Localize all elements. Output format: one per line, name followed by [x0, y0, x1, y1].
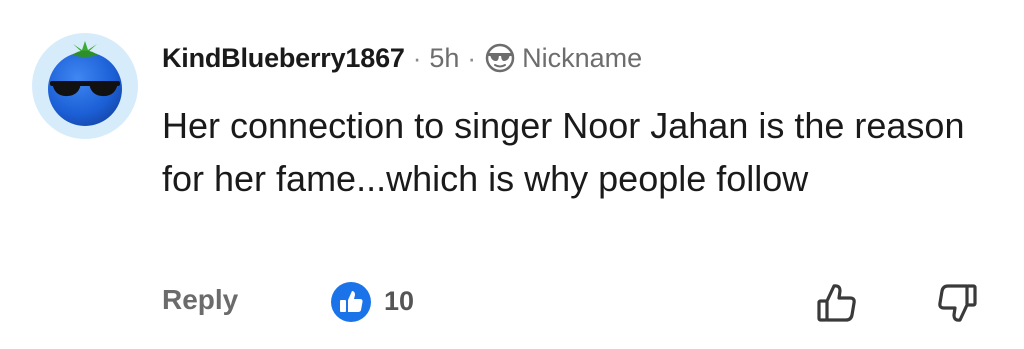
separator-dot: · — [412, 42, 422, 73]
like-badge-icon — [330, 281, 372, 323]
blueberry-sunglasses-icon — [48, 41, 122, 126]
user-flair: Nickname — [522, 42, 643, 73]
sunglasses-face-icon — [484, 42, 516, 74]
comment-actions: Reply 10 — [162, 278, 982, 328]
reply-button[interactable]: Reply — [162, 284, 238, 316]
separator-dot: · — [467, 42, 477, 73]
like-count: 10 — [384, 286, 415, 316]
username[interactable]: KindBlueberry1867 — [162, 43, 405, 74]
user-avatar[interactable] — [32, 33, 138, 139]
comment-body: Her connection to singer Noor Jahan is t… — [162, 105, 965, 199]
comment-header: KindBlueberry1867 · 5h · Nickname — [162, 38, 642, 78]
timestamp: 5h — [429, 42, 460, 73]
thumbs-down-icon[interactable] — [932, 278, 982, 328]
thumbs-up-icon[interactable] — [812, 278, 862, 328]
